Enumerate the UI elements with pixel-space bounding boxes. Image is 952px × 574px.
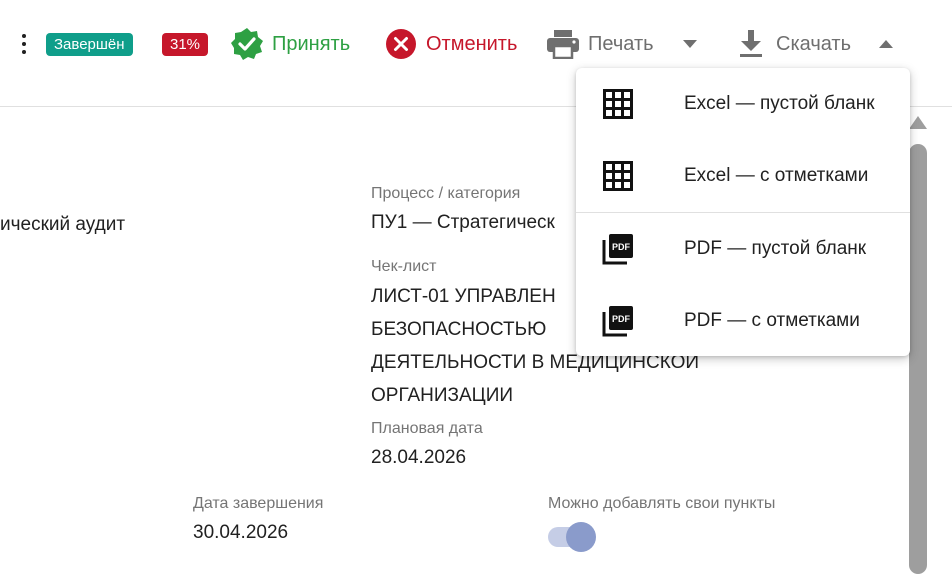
download-button[interactable]: Скачать	[734, 28, 851, 60]
planned-date-label: Плановая дата	[371, 420, 483, 437]
menu-item-pdf-blank[interactable]: PDF PDF — пустой бланк	[576, 213, 910, 285]
process-label: Процесс / категория	[371, 185, 521, 202]
menu-item-pdf-marked[interactable]: PDF PDF — с отметками	[576, 285, 910, 357]
scroll-up-arrow-icon[interactable]	[909, 116, 927, 129]
left-field: ический аудит	[0, 208, 125, 241]
menu-item-excel-marked[interactable]: Excel — с отметками	[576, 140, 910, 212]
toggle-thumb	[566, 522, 596, 552]
left-field-value: ический аудит	[0, 214, 126, 235]
menu-item-label: Excel — с отметками	[684, 165, 869, 186]
menu-item-label: PDF — с отметками	[684, 310, 860, 331]
custom-items-field: Можно добавлять свои пункты	[548, 495, 775, 521]
completion-date-label: Дата завершения	[193, 495, 324, 512]
print-button[interactable]: Печать	[546, 28, 654, 60]
printer-icon	[546, 27, 580, 61]
chevron-down-icon[interactable]	[678, 34, 702, 54]
accept-label: Принять	[272, 32, 351, 55]
custom-items-label: Можно добавлять свои пункты	[548, 495, 776, 512]
svg-text:PDF: PDF	[612, 314, 631, 324]
menu-item-label: PDF — пустой бланк	[684, 238, 867, 259]
status-badge: Завершён	[46, 33, 133, 56]
completion-date-field: Дата завершения 30.04.2026	[193, 495, 323, 545]
process-field: Процесс / категория ПУ1 — Стратегическ	[371, 185, 555, 235]
cancel-circle-icon	[384, 27, 418, 61]
verified-check-icon	[230, 27, 264, 61]
grid-icon	[600, 158, 636, 194]
checklist-line: ОРГАНИЗАЦИИ	[371, 385, 514, 406]
pdf-icon: PDF	[600, 303, 636, 339]
cancel-button[interactable]: Отменить	[384, 28, 517, 60]
menu-item-excel-blank[interactable]: Excel — пустой бланк	[576, 68, 910, 140]
download-icon	[734, 27, 768, 61]
more-options-icon[interactable]	[16, 32, 32, 56]
svg-text:PDF: PDF	[612, 242, 631, 252]
cancel-label: Отменить	[426, 32, 518, 55]
percent-badge: 31%	[162, 33, 209, 56]
download-menu: Excel — пустой бланк Excel — с отметками…	[576, 68, 910, 356]
chevron-up-icon[interactable]	[874, 34, 898, 54]
pdf-icon: PDF	[600, 231, 636, 267]
accept-button[interactable]: Принять	[230, 28, 350, 60]
grid-icon	[600, 86, 636, 122]
planned-date-field: Плановая дата 28.04.2026	[371, 420, 483, 470]
scrollbar-thumb[interactable]	[909, 144, 927, 574]
print-label: Печать	[588, 32, 654, 55]
custom-items-toggle[interactable]	[548, 520, 598, 554]
completion-date-value: 30.04.2026	[193, 522, 289, 543]
process-value: ПУ1 — Стратегическ	[371, 212, 555, 233]
download-label: Скачать	[776, 32, 851, 55]
menu-item-label: Excel — пустой бланк	[684, 93, 875, 114]
planned-date-value: 28.04.2026	[371, 447, 467, 468]
